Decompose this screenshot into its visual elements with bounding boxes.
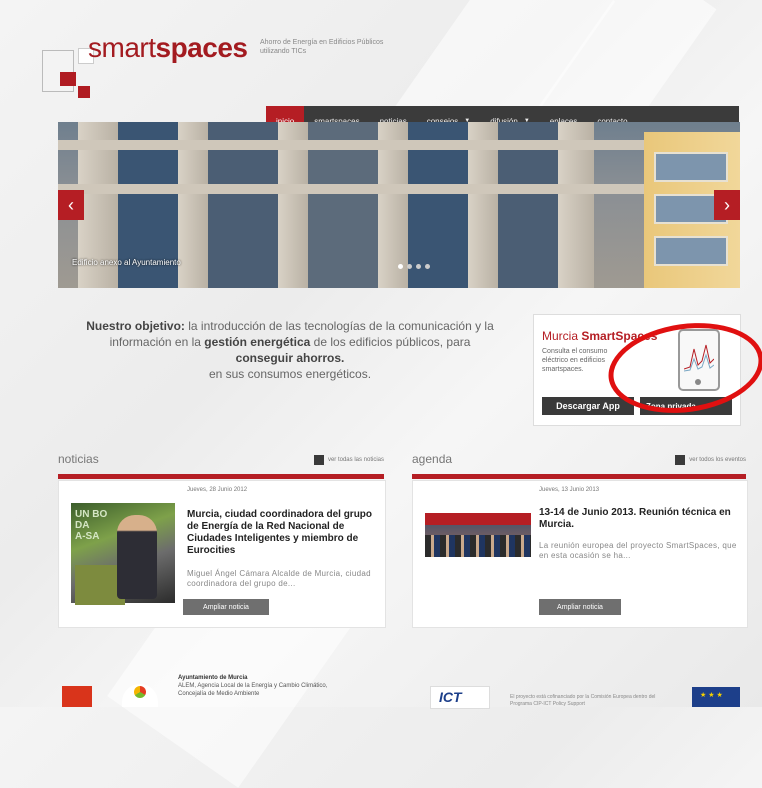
objective-highlight: conseguir ahorros. [235, 351, 345, 365]
app-title-light: Murcia [542, 329, 579, 343]
slide-caption: Edificio anexo al Ayuntamiento [72, 258, 181, 267]
brand-bold: spaces [155, 32, 248, 63]
slider-dot[interactable] [407, 264, 412, 269]
brand-light: smart [88, 32, 156, 63]
news-header: noticias ver todas las noticias [58, 450, 384, 472]
news-more-link[interactable]: ver todas las noticias [313, 455, 384, 465]
slider-dot[interactable] [398, 264, 403, 269]
slider-pagination [398, 264, 430, 269]
news-date: Jueves, 28 Junio 2012 [187, 487, 248, 493]
photo-sign: UN BO DA A-SA [75, 509, 108, 542]
ict-logo[interactable] [430, 686, 490, 709]
news-card: Jueves, 28 Junio 2012 UN BO DA A-SA Murc… [58, 480, 386, 628]
slider-next-button[interactable]: › [714, 190, 740, 220]
agenda-heading: agenda [412, 452, 453, 466]
slider-prev-button[interactable]: ‹ [58, 190, 84, 220]
agenda-divider [412, 474, 746, 479]
news-title[interactable]: Murcia, ciudad coordinadora del grupo de… [187, 509, 379, 557]
footer-org-detail: ALEM, Agencia Local de la Energía y Camb… [178, 683, 328, 697]
slider-dot[interactable] [425, 264, 430, 269]
agenda-title[interactable]: 13-14 de Junio 2013. Reunión técnica en … [539, 507, 739, 531]
objective-label: Nuestro objetivo: [86, 319, 185, 333]
agenda-more-link[interactable]: ver todos los eventos [675, 455, 746, 465]
agenda-card: Jueves, 13 Junio 2013 13-14 de Junio 201… [412, 480, 748, 628]
chevron-left-icon: ‹ [68, 194, 74, 215]
download-app-button[interactable]: Descargar App [542, 397, 634, 415]
news-read-more-button[interactable]: Ampliar noticia [183, 599, 269, 615]
hero-slider: ‹ › Edificio anexo al Ayuntamiento [58, 122, 740, 288]
objective-highlight: gestión energética [204, 335, 311, 349]
brand-tagline: Ahorro de Energía en Edificios Públicos … [260, 39, 384, 55]
objective-text: de los edificios públicos, para [313, 335, 471, 349]
eu-flag-logo[interactable] [692, 687, 740, 707]
news-photo[interactable]: UN BO DA A-SA [71, 503, 175, 605]
objective-statement: Nuestro objetivo: la introducción de las… [80, 318, 500, 382]
footer-eu-text: El proyecto está cofinanciado por la Com… [510, 694, 656, 707]
news-excerpt: Miguel Ángel Cámara Alcalde de Murcia, c… [187, 569, 371, 588]
objective-text: en sus consumos energéticos. [208, 367, 372, 381]
agenda-excerpt: La reunión europea del proyecto SmartSpa… [539, 541, 737, 560]
footer-org: Ayuntamiento de Murcia [178, 675, 248, 681]
agenda-read-more-button[interactable]: Ampliar noticia [539, 599, 621, 615]
agenda-date: Jueves, 13 Junio 2013 [539, 487, 600, 493]
square-icon [313, 455, 324, 465]
square-icon [675, 455, 686, 465]
brand-name: smartspaces [88, 32, 248, 64]
news-heading: noticias [58, 452, 99, 466]
slider-dot[interactable] [416, 264, 421, 269]
chevron-right-icon: › [724, 194, 730, 215]
news-more-label: ver todas las noticias [327, 457, 384, 463]
region-logo[interactable] [62, 686, 92, 707]
footer-org-text: Ayuntamiento de Murcia ALEM, Agencia Loc… [178, 674, 348, 698]
site-logo[interactable]: smartspaces Ahorro de Energía en Edifici… [42, 22, 402, 102]
news-divider [58, 474, 384, 479]
agenda-more-label: ver todos los eventos [689, 457, 746, 463]
agenda-photo[interactable] [425, 513, 531, 557]
agenda-header: agenda ver todos los eventos [412, 450, 746, 472]
